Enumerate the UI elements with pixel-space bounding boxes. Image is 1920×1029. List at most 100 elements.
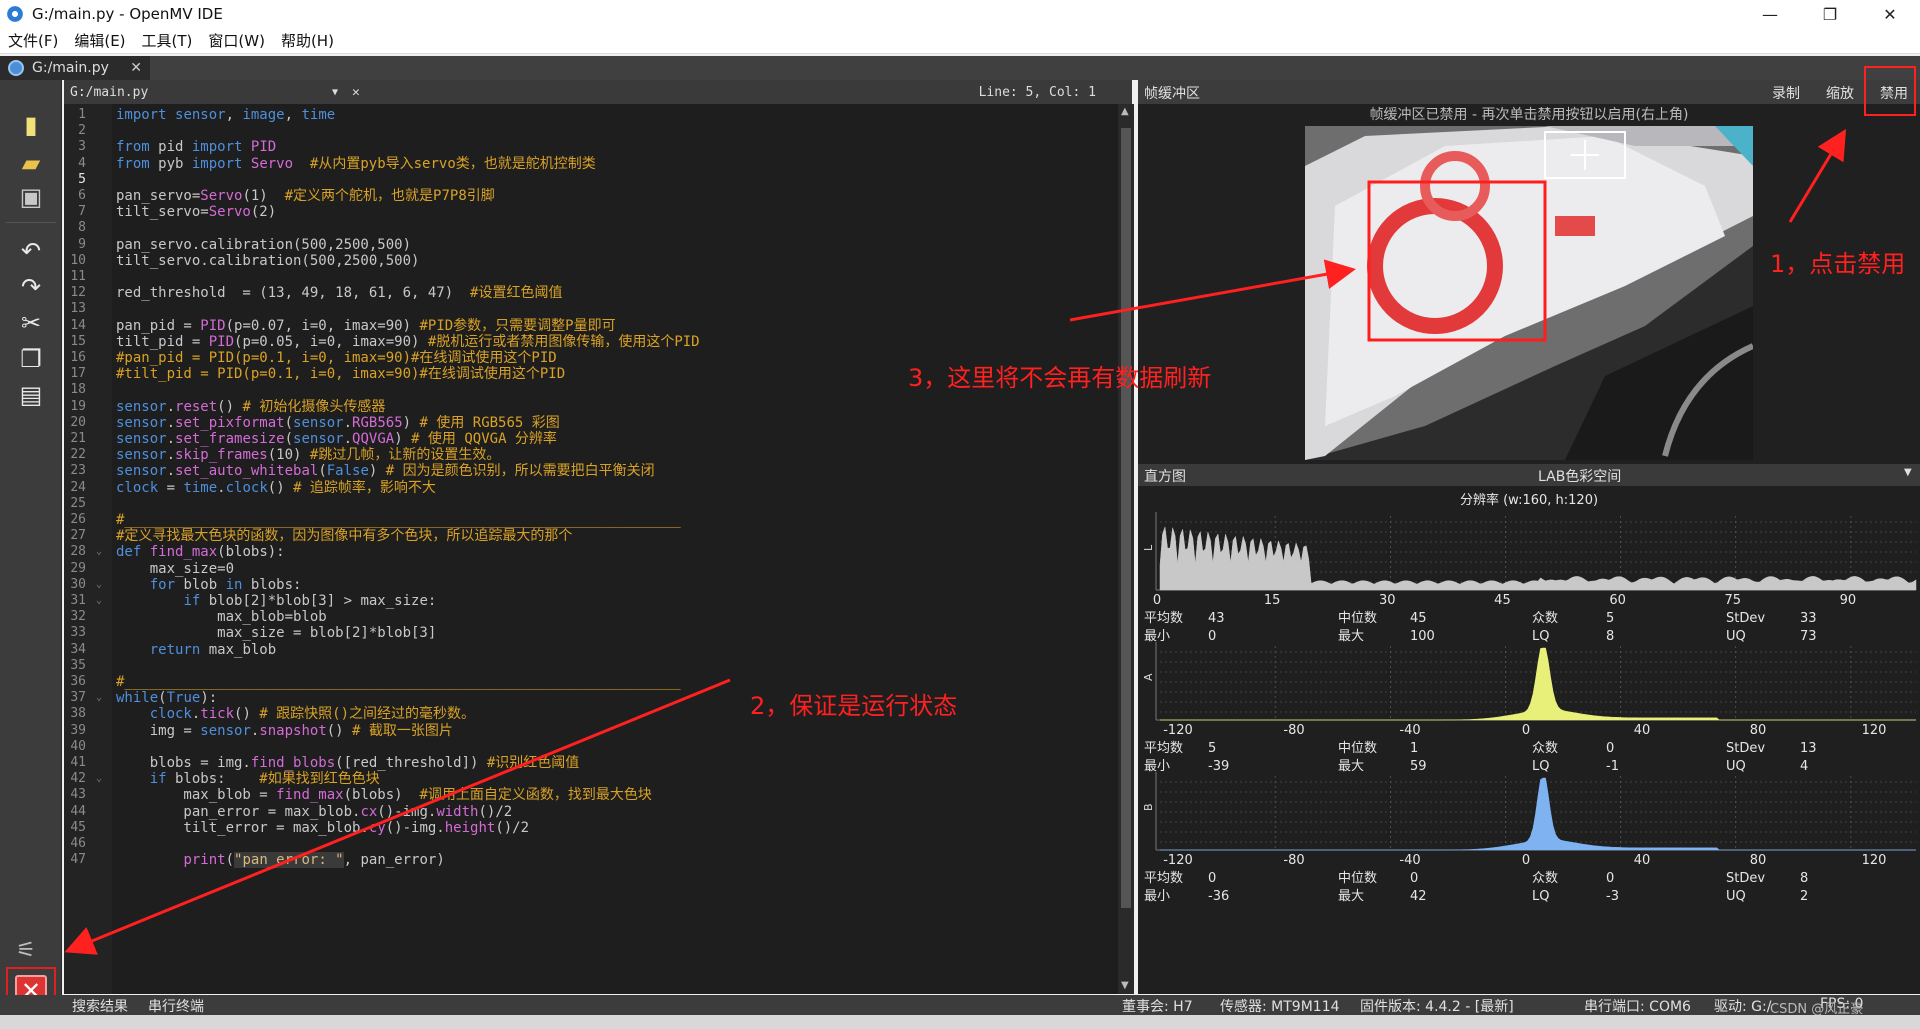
stat-value: 42 (1410, 889, 1427, 904)
colorspace-select[interactable]: LAB色彩空间 (1538, 466, 1621, 486)
channel-label: A (1142, 673, 1155, 681)
stat-value: 4 (1800, 759, 1808, 774)
colorspace-chevron-icon[interactable]: ▼ (1904, 467, 1912, 478)
stat-label: 平均数 (1144, 871, 1183, 886)
code-editor[interactable]: 1 import sensor, image, time 2 3 from pid im… (64, 104, 1118, 994)
zoom-button[interactable]: 缩放 (1826, 83, 1854, 103)
stat-label: UQ (1726, 629, 1746, 644)
serial-port-info: 串行端口: COM6 (1584, 999, 1691, 1015)
axis-tick-label: 0 (1153, 593, 1161, 608)
menu-window[interactable]: 窗口(W) (200, 30, 273, 51)
undo-icon[interactable]: ↶ (14, 234, 48, 268)
stat-label: 最小 (1144, 889, 1170, 904)
stat-label: UQ (1726, 889, 1746, 904)
menu-edit[interactable]: 编辑(E) (66, 30, 133, 51)
stat-value: 45 (1410, 611, 1427, 626)
histogram-curve (1160, 777, 1916, 851)
axis-tick-label: 75 (1724, 593, 1741, 608)
scrollbar-thumb[interactable] (1121, 128, 1131, 908)
left-toolbar: ▮ ▰ ▣ ↶ ↷ ✂ ❐ ▤ ⚟ ✕ (0, 80, 62, 1015)
stat-label: 平均数 (1144, 611, 1183, 626)
minimize-button[interactable]: — (1740, 0, 1800, 28)
stat-value: 0 (1208, 629, 1216, 644)
axis-tick-label: 40 (1634, 853, 1651, 868)
close-editor-icon[interactable]: ✕ (352, 85, 360, 100)
stat-value: 43 (1208, 611, 1225, 626)
stat-label: StDev (1726, 741, 1765, 756)
editor-scrollbar[interactable]: ▲ ▼ (1118, 104, 1134, 994)
stat-label: 众数 (1532, 871, 1558, 886)
menu-tools[interactable]: 工具(T) (134, 30, 201, 51)
status-bar: 搜索结果 串行终端 董事会: H7 传感器: MT9M114 固件版本: 4.4… (0, 995, 1920, 1017)
annotation-2: 2，保证是运行状态 (750, 692, 958, 720)
stat-label: 平均数 (1144, 741, 1183, 756)
histogram-curve (1160, 647, 1916, 721)
axis-tick-label: 15 (1264, 593, 1281, 608)
openmv-ide-window: G:/main.py - OpenMV IDE — ❐ ✕ 文件(F) 编辑(E… (0, 0, 1920, 1029)
new-file-icon[interactable]: ▮ (14, 108, 48, 142)
redo-icon[interactable]: ↷ (14, 270, 48, 304)
connect-icon[interactable]: ⚟ (16, 938, 36, 963)
window-title: G:/main.py - OpenMV IDE (32, 5, 223, 23)
axis-tick-label: 80 (1750, 723, 1767, 738)
histogram-panel: 分辨率 (w:160, h:120) L 0 15 30 45 60 75 90 平均数 43 中位… (1138, 486, 1920, 994)
histogram-curve (1159, 526, 1917, 591)
title-bar: G:/main.py - OpenMV IDE — ❐ ✕ (0, 0, 1920, 28)
paste-icon[interactable]: ▤ (14, 378, 48, 412)
stat-value: 100 (1410, 629, 1435, 644)
scroll-up-icon[interactable]: ▲ (1121, 106, 1129, 117)
axis-tick-label: 120 (1862, 853, 1887, 868)
axis-tick-label: 120 (1862, 723, 1887, 738)
stat-value: 0 (1606, 871, 1614, 886)
stat-value: 8 (1800, 871, 1808, 886)
cursor-position: Line: 5, Col: 1 (978, 84, 1096, 100)
search-results-tab[interactable]: 搜索结果 (72, 996, 128, 1016)
sensor-info: 传感器: MT9M114 (1220, 999, 1340, 1015)
menu-help[interactable]: 帮助(H) (273, 30, 342, 51)
chevron-down-icon[interactable]: ▼ (332, 87, 338, 98)
menu-file[interactable]: 文件(F) (0, 30, 66, 51)
openmv-file-icon (8, 60, 24, 76)
open-file-icon[interactable]: ▰ (14, 146, 48, 180)
axis-tick-label: -120 (1163, 853, 1193, 868)
restore-button[interactable]: ❐ (1800, 0, 1860, 28)
cut-icon[interactable]: ✂ (14, 306, 48, 340)
editor-header: G:/main.py ▼ ✕ Line: 5, Col: 1 (64, 80, 1132, 104)
copy-icon[interactable]: ❐ (14, 342, 48, 376)
axis-tick-label: 0 (1522, 853, 1530, 868)
axis-tick-label: 0 (1522, 723, 1530, 738)
close-window-button[interactable]: ✕ (1860, 0, 1920, 28)
code-line[interactable]: 47 print("pan_error: ", pan_error) (64, 851, 1118, 869)
stat-label: LQ (1532, 629, 1549, 644)
axis-tick-label: 30 (1379, 593, 1396, 608)
framebuffer-label: 帧缓冲区 (1144, 86, 1200, 102)
stat-label: 中位数 (1338, 741, 1377, 756)
stat-label: 最大 (1338, 889, 1364, 904)
annotation-box-disable (1864, 66, 1916, 116)
firmware-info[interactable]: 固件版本: 4.4.2 - [最新] (1360, 996, 1514, 1016)
close-tab-icon[interactable]: ✕ (130, 60, 142, 76)
menu-bar: 文件(F) 编辑(E) 工具(T) 窗口(W) 帮助(H) (0, 28, 1920, 54)
record-button[interactable]: 录制 (1772, 83, 1800, 103)
line-number: 47 (70, 852, 86, 868)
serial-terminal-tab[interactable]: 串行终端 (148, 996, 204, 1016)
axis-tick-label: -80 (1283, 853, 1304, 868)
stat-value: -36 (1208, 889, 1229, 904)
channel-label: B (1142, 803, 1155, 811)
stat-label: UQ (1726, 759, 1746, 774)
editor-file-selector[interactable]: G:/main.py (70, 85, 148, 100)
stat-label: StDev (1726, 871, 1765, 886)
stat-value: 1 (1410, 741, 1418, 756)
drive-info: 驱动: G:/ (1714, 999, 1772, 1015)
scroll-down-icon[interactable]: ▼ (1121, 980, 1129, 991)
stat-value: 0 (1410, 871, 1418, 886)
stat-label: LQ (1532, 759, 1549, 774)
annotation-3: 3，这里将不会再有数据刷新 (908, 364, 1212, 392)
file-tab-label: G:/main.py (32, 60, 109, 76)
file-tab-main-py[interactable]: G:/main.py ✕ (0, 56, 150, 80)
axis-tick-label: -40 (1399, 853, 1420, 868)
stat-label: 众数 (1532, 611, 1558, 626)
stat-value: 2 (1800, 889, 1808, 904)
channel-label: L (1142, 544, 1155, 551)
save-icon[interactable]: ▣ (14, 180, 48, 214)
